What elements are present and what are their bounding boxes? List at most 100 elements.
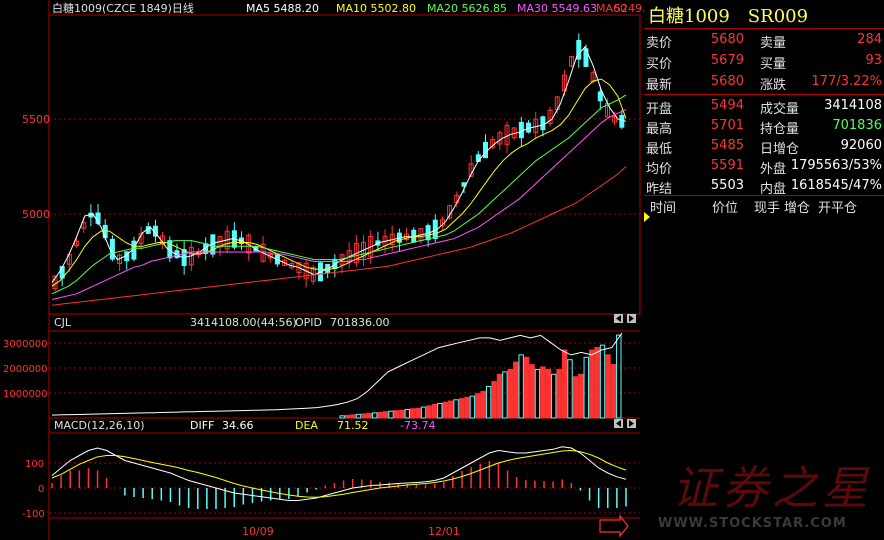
volume-bar [464, 396, 470, 419]
watermark-site: WWW.STOCKSTAR.COM [658, 516, 847, 531]
tick-col-type: 开平仓 [818, 201, 858, 216]
y-tick-5000: 5000 [22, 208, 50, 221]
volume-opid-line [51, 332, 623, 416]
panel-title: 白糖1009 SR009 [648, 6, 809, 27]
volume-bar [437, 402, 443, 419]
price-scroll-left-button[interactable] [614, 314, 623, 323]
kline-chart: 白糖1009(CZCE 1849)日线 MA5 5488.20 MA10 550… [3, 0, 644, 540]
volume-bar [447, 400, 454, 419]
volume-bar [529, 364, 535, 419]
ma-line-ma10 [51, 78, 627, 287]
vol-tick-2000000: 2000000 [3, 364, 48, 375]
dea-label: DEA [295, 419, 318, 432]
avg-value: 5591 [710, 158, 744, 173]
volume-bar [556, 368, 562, 419]
macd-histogram [51, 461, 627, 509]
quote-row-last: 最新 5680 涨跌 177/3.22% [644, 72, 884, 93]
sell-vol-value: 284 [857, 32, 882, 47]
volume-bar [410, 408, 416, 419]
quote-row-prev: 昨结 5503 内盘 1618545/47% [644, 176, 884, 197]
volume-bar [339, 415, 345, 419]
volume-bar [583, 356, 589, 419]
volume-bar [431, 403, 438, 419]
volume-bar [344, 414, 351, 419]
volume-bar [485, 385, 492, 419]
change-value: 177/3.22% [811, 74, 883, 89]
volume-bar [572, 376, 579, 419]
tick-col-vol: 现手 [754, 201, 781, 216]
volume-bar [480, 390, 486, 419]
volume-bar [420, 406, 427, 419]
volume-bar [361, 413, 367, 419]
ma10-label: MA10 5502.80 [336, 2, 416, 15]
y-tick-5500: 5500 [22, 113, 50, 126]
tick-col-time: 时间 [650, 201, 677, 216]
diff-label: DIFF [190, 419, 214, 432]
volume-bar [496, 373, 503, 419]
dea-value: 71.52 [337, 419, 369, 432]
quote-row-buy: 买价 5679 买量 93 [644, 51, 884, 72]
low-value: 5485 [710, 138, 744, 153]
volume-bar [507, 368, 514, 419]
volume-bar [388, 410, 394, 419]
open-label: 开盘 [646, 102, 673, 117]
oi-value: 701836 [832, 118, 882, 133]
volume-bar [355, 413, 362, 419]
volume-bar [523, 356, 530, 419]
vol-tick-3000000: 3000000 [3, 339, 48, 350]
dea-line [51, 449, 627, 498]
oi-change-value: 92060 [840, 138, 882, 153]
macd-tick-100: 100 [25, 459, 44, 470]
opid-line [51, 332, 623, 416]
opid-value: 701836.00 [330, 316, 390, 329]
volume-bar [453, 399, 459, 419]
candlestick-series [52, 33, 625, 291]
ma-line-ma30 [51, 109, 627, 300]
open-value: 5494 [710, 98, 744, 113]
volume-bar [616, 334, 622, 419]
moving-average-lines [51, 45, 627, 306]
volume-bar [502, 371, 508, 419]
volume-bar [372, 412, 378, 419]
volume-bar [366, 412, 373, 419]
candle-body [540, 116, 546, 131]
ma-line-ma20 [51, 94, 627, 295]
tick-col-oi: 增仓 [784, 201, 811, 216]
quote-row-high: 最高 5701 持仓量 701836 [644, 116, 884, 137]
last-label: 最新 [646, 78, 673, 93]
volume-bar [534, 368, 541, 419]
volume-scroll-left-button[interactable] [614, 419, 623, 428]
volume-bar [594, 347, 600, 419]
change-label: 涨跌 [760, 78, 787, 93]
price-scroll-right-button[interactable] [627, 314, 636, 323]
volume-bar [404, 409, 411, 419]
ma60-value: 5249.52 [614, 2, 644, 15]
volume-label: 成交量 [760, 102, 800, 117]
macd-tick-0: 0 [38, 484, 44, 495]
candle-body [109, 238, 115, 260]
volume-bar [610, 364, 617, 419]
volume-bar [399, 409, 405, 419]
ma-line-ma5 [51, 45, 627, 283]
macd-lines [51, 446, 627, 501]
expand-arrow-icon[interactable] [599, 514, 629, 538]
volume-bar [518, 354, 524, 419]
volume-bar [415, 407, 421, 419]
vol-tick-1000000: 1000000 [3, 389, 48, 400]
quote-row-open: 开盘 5494 成交量 3414108 [644, 96, 884, 117]
high-value: 5701 [710, 118, 744, 133]
sell-price-label: 卖价 [646, 36, 673, 51]
buy-vol-value: 93 [865, 53, 882, 68]
inner-value: 1618545/47% [790, 178, 882, 193]
volume-bar [491, 381, 497, 419]
volume-scroll-right-button[interactable] [627, 419, 636, 428]
candle-body [483, 141, 488, 159]
ma-line-ma60 [51, 166, 627, 306]
volume-title: CJL [54, 316, 72, 329]
x-tick-1009: 10/09 [242, 525, 274, 538]
volume-bar [513, 361, 519, 419]
outer-value: 1795563/53% [790, 158, 882, 173]
oi-change-label: 日增仓 [760, 142, 800, 157]
ma30-label: MA30 5549.63 [517, 2, 597, 15]
volume-bar [475, 393, 481, 419]
